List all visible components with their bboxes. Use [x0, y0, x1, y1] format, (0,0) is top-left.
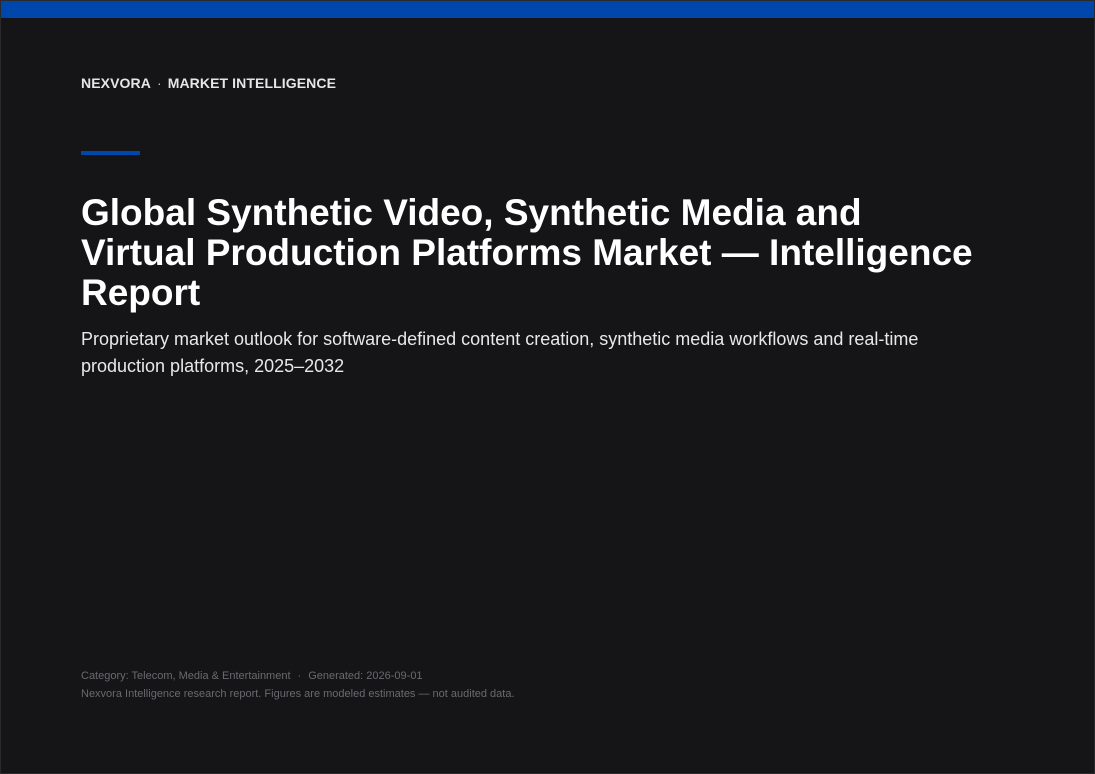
- cover-footer: Category: Telecom, Media & Entertainment…: [81, 667, 515, 703]
- footer-generated-date: Generated: 2026-09-01: [308, 670, 423, 682]
- footer-meta-line: Category: Telecom, Media & Entertainment…: [81, 667, 515, 685]
- footer-disclaimer: Nexvora Intelligence research report. Fi…: [81, 688, 515, 700]
- footer-category: Category: Telecom, Media & Entertainment: [81, 670, 291, 682]
- accent-rule: [81, 151, 140, 155]
- report-cover-page: NEXVORA · MARKET INTELLIGENCE Global Synth…: [0, 0, 1095, 774]
- brand-separator: ·: [156, 75, 162, 91]
- footer-separator: ·: [297, 670, 302, 682]
- report-subtitle: Proprietary market outlook for software-…: [81, 329, 919, 376]
- brand-name: NEXVORA: [81, 75, 151, 91]
- brand-header: NEXVORA · MARKET INTELLIGENCE: [81, 75, 336, 91]
- report-title: Global Synthetic Video, Synthetic Media …: [81, 192, 973, 313]
- top-accent-bar: [1, 1, 1094, 18]
- section-label: MARKET INTELLIGENCE: [167, 75, 337, 91]
